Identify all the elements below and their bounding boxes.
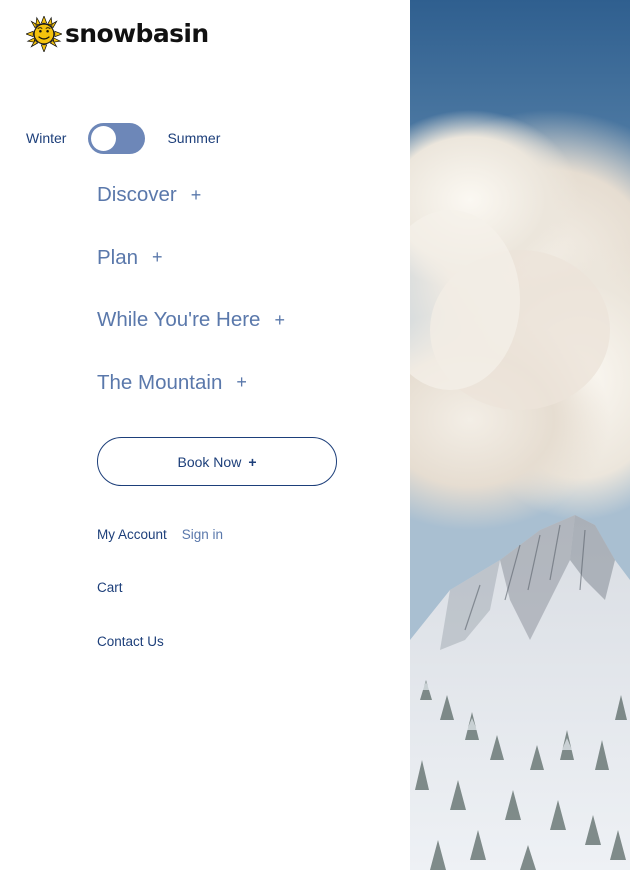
- navigation-menu-panel: snowbasin Winter Summer Discover + Plan …: [0, 0, 410, 870]
- cart-link[interactable]: Cart: [97, 578, 123, 598]
- plus-icon: +: [248, 453, 257, 470]
- sun-face-logo-icon: [26, 16, 62, 52]
- nav-item-while-youre-here[interactable]: While You're Here +: [97, 305, 285, 335]
- plus-icon: +: [152, 247, 163, 267]
- nav-item-label: Plan: [97, 245, 139, 269]
- nav-item-label: While You're Here: [97, 308, 261, 331]
- mountain-photo-svg: [410, 0, 630, 870]
- logo-wordmark: snowbasin: [65, 19, 209, 48]
- mountain-photo-image: [410, 0, 630, 870]
- nav-item-the-mountain[interactable]: The Mountain +: [97, 368, 285, 398]
- nav-item-plan[interactable]: Plan +: [97, 243, 285, 273]
- plus-icon: +: [236, 372, 247, 392]
- book-now-label: Book Now: [177, 453, 242, 470]
- toggle-knob: [91, 125, 117, 151]
- main-nav: Discover + Plan + While You're Here + Th…: [97, 180, 285, 430]
- season-toggle: Winter Summer: [26, 122, 220, 154]
- book-now-button[interactable]: Book Now +: [97, 437, 337, 486]
- summer-label[interactable]: Summer: [167, 130, 220, 146]
- contact-us-link[interactable]: Contact Us: [97, 632, 164, 652]
- nav-item-discover[interactable]: Discover +: [97, 180, 285, 210]
- plus-icon: +: [274, 309, 285, 330]
- season-toggle-switch[interactable]: [88, 122, 146, 154]
- sign-in-link[interactable]: Sign in: [182, 527, 223, 542]
- account-row: My Account Sign in: [97, 524, 223, 544]
- nav-item-label: Discover: [97, 183, 177, 206]
- snowbasin-logo[interactable]: snowbasin: [26, 15, 209, 53]
- my-account-link[interactable]: My Account: [97, 527, 167, 542]
- nav-item-label: The Mountain: [97, 370, 223, 394]
- winter-label[interactable]: Winter: [26, 130, 66, 146]
- plus-icon: +: [190, 184, 202, 205]
